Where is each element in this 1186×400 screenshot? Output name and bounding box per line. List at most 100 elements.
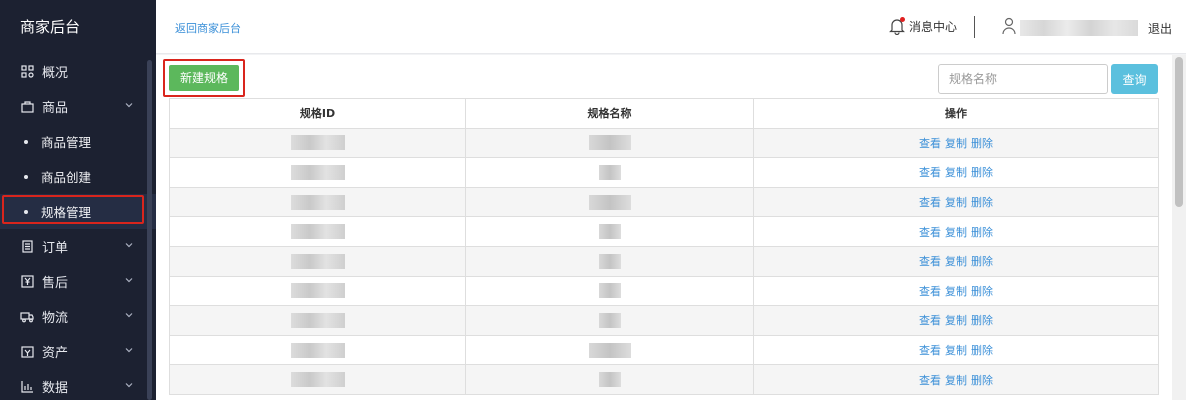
new-spec-button[interactable]: 新建规格 — [169, 65, 239, 91]
sidebar-item-label: 商品创建 — [41, 170, 92, 185]
copy-link[interactable]: 复制 — [945, 196, 967, 209]
view-link[interactable]: 查看 — [919, 344, 941, 357]
view-link[interactable]: 查看 — [919, 166, 941, 179]
delete-link[interactable]: 删除 — [971, 374, 993, 387]
delete-link[interactable]: 删除 — [971, 166, 993, 179]
redacted-value — [598, 283, 621, 299]
redacted-value — [290, 372, 345, 388]
table-row: 查看 复制 删除 — [169, 305, 1159, 336]
sidebar-item-product-create[interactable]: 商品创建 — [0, 159, 156, 194]
copy-link[interactable]: 复制 — [945, 374, 967, 387]
copy-link[interactable]: 复制 — [945, 314, 967, 327]
sidebar-item-data[interactable]: 数据 — [0, 369, 156, 400]
copy-link[interactable]: 复制 — [945, 285, 967, 298]
table-row: 查看 复制 删除 — [169, 275, 1159, 307]
spec-name-search-input[interactable] — [938, 64, 1108, 94]
notification-label: 消息中心 — [909, 19, 958, 34]
sidebar-item-assets[interactable]: 资产 — [0, 334, 156, 369]
yen-icon — [20, 275, 34, 289]
redacted-value — [598, 253, 621, 269]
delete-link[interactable]: 删除 — [971, 226, 993, 239]
delete-link[interactable]: 删除 — [971, 344, 993, 357]
sidebar-scrollbar[interactable] — [147, 60, 152, 400]
table-header-row: 规格ID 规格名称 操作 — [169, 98, 1159, 129]
sidebar-item-logistics[interactable]: 物流 — [0, 299, 156, 334]
actions-cell: 查看 复制 删除 — [753, 364, 1159, 395]
notification-dot — [900, 17, 905, 22]
actions-cell: 查看 复制 删除 — [753, 305, 1159, 336]
copy-link[interactable]: 复制 — [945, 137, 967, 150]
user-menu[interactable] — [1002, 17, 1138, 38]
delete-link[interactable]: 删除 — [971, 255, 993, 268]
view-link[interactable]: 查看 — [919, 255, 941, 268]
bell-icon — [889, 17, 905, 36]
view-link[interactable]: 查看 — [919, 314, 941, 327]
table-row: 查看 复制 删除 — [169, 127, 1159, 159]
redacted-value — [290, 342, 345, 358]
username-redacted — [1020, 19, 1138, 36]
spec-name-cell — [465, 245, 754, 277]
sidebar-item-product-management[interactable]: 商品管理 — [0, 124, 156, 159]
redacted-value — [290, 312, 345, 328]
truck-icon — [20, 310, 34, 324]
copy-link[interactable]: 复制 — [945, 166, 967, 179]
sidebar-item-label: 售后 — [42, 276, 69, 291]
copy-link[interactable]: 复制 — [945, 255, 967, 268]
redacted-value — [290, 164, 345, 180]
spec-name-cell — [465, 364, 754, 395]
sidebar-item-label: 物流 — [42, 311, 69, 326]
spec-table: 规格ID 规格名称 操作 查看复制删除 查看复制删除 查看复制删除 — [169, 98, 1159, 395]
chevron-down-icon — [125, 313, 133, 318]
redacted-value — [290, 253, 345, 269]
spec-id-cell — [169, 186, 466, 218]
chevron-down-icon — [125, 243, 133, 248]
column-header-spec-name: 规格名称 — [465, 98, 754, 129]
copy-link[interactable]: 复制 — [945, 344, 967, 357]
sidebar-item-orders[interactable]: 订单 — [0, 229, 156, 264]
column-header-spec-id: 规格ID — [169, 98, 466, 129]
view-link[interactable]: 查看 — [919, 374, 941, 387]
view-link[interactable]: 查看 — [919, 196, 941, 209]
logout-link[interactable]: 退出 — [1148, 20, 1172, 37]
table-row: 查看 复制 删除 — [169, 364, 1159, 395]
spec-name-cell — [465, 186, 754, 218]
spec-id-cell — [169, 305, 466, 336]
scrollbar-thumb[interactable] — [1175, 57, 1183, 207]
view-link[interactable]: 查看 — [919, 226, 941, 239]
page-scrollbar[interactable] — [1172, 55, 1186, 400]
search-button[interactable]: 查询 — [1111, 64, 1158, 94]
sidebar-item-label: 概况 — [42, 66, 69, 81]
bullet-icon — [24, 174, 28, 179]
copy-link[interactable]: 复制 — [945, 226, 967, 239]
delete-link[interactable]: 删除 — [971, 137, 993, 150]
column-header-actions: 操作 — [753, 98, 1159, 129]
sidebar-item-after-sales[interactable]: 售后 — [0, 264, 156, 299]
brand-title: 商家后台 — [20, 18, 81, 36]
delete-link[interactable]: 删除 — [971, 314, 993, 327]
spec-name-cell — [465, 157, 754, 188]
notification-center[interactable]: 消息中心 — [889, 17, 958, 36]
actions-cell: 查看 复制 删除 — [753, 245, 1159, 277]
view-link[interactable]: 查看 — [919, 285, 941, 298]
spec-id-cell — [169, 275, 466, 307]
delete-link[interactable]: 删除 — [971, 285, 993, 298]
spec-name-cell — [465, 127, 754, 159]
top-bar: 返回商家后台 消息中心 退出 — [156, 0, 1186, 54]
spec-id-cell — [169, 157, 466, 188]
spec-name-cell — [465, 305, 754, 336]
highlight-box: 新建规格 — [163, 59, 245, 97]
sidebar-item-products[interactable]: 商品 — [0, 89, 156, 124]
bullet-icon — [24, 139, 28, 144]
chevron-down-icon — [125, 278, 133, 283]
spec-id-cell — [169, 334, 466, 366]
sidebar-item-spec-management[interactable]: 规格管理 — [0, 194, 156, 229]
sidebar-item-overview[interactable]: 概况 — [0, 54, 156, 89]
redacted-value — [598, 312, 621, 328]
bar-chart-icon — [20, 380, 34, 394]
view-link[interactable]: 查看 — [919, 137, 941, 150]
table-row: 查看 复制 删除 — [169, 245, 1159, 277]
back-to-admin-link[interactable]: 返回商家后台 — [175, 20, 241, 36]
main-panel: 新建规格 查询 规格ID 规格名称 操作 查看复制删除 查看 — [156, 55, 1172, 400]
sidebar-item-label: 商品管理 — [41, 135, 92, 150]
delete-link[interactable]: 删除 — [971, 196, 993, 209]
